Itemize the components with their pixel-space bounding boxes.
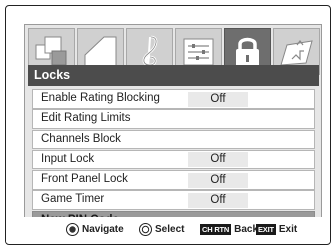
ch-rtn-key-icon: CH RTN xyxy=(200,223,232,235)
select-button-icon xyxy=(139,223,152,236)
exit-key-icon: EXIT xyxy=(256,223,276,235)
menu-header: Locks xyxy=(28,65,319,86)
menu-item-front-panel-lock[interactable]: Front Panel Lock Off xyxy=(32,170,315,190)
menu-item-input-lock[interactable]: Input Lock Off xyxy=(32,149,315,170)
menu-item-value: Off xyxy=(188,91,248,107)
button-guide-bar: Navigate Select CH RTN Back EXIT Exit xyxy=(6,217,330,243)
menu-item-channels-block[interactable]: Channels Block xyxy=(32,129,315,150)
menu-item-edit-rating-limits[interactable]: Edit Rating Limits xyxy=(32,109,315,129)
guide-navigate: Navigate xyxy=(66,223,124,237)
guide-exit: EXIT Exit xyxy=(256,223,297,237)
menu-item-value: Off xyxy=(188,152,248,168)
locks-menu: Locks Enable Rating Blocking Off Edit Ra… xyxy=(24,24,322,231)
guide-back-label: Back xyxy=(234,224,259,235)
locks-menu-list: Enable Rating Blocking Off Edit Rating L… xyxy=(32,89,315,231)
guide-back: CH RTN Back xyxy=(200,223,258,237)
tv-screen-frame: Locks Enable Rating Blocking Off Edit Ra… xyxy=(5,5,331,245)
menu-item-value: Off xyxy=(188,172,248,188)
menu-item-enable-rating-blocking[interactable]: Enable Rating Blocking Off xyxy=(32,89,315,109)
menu-item-label: Enable Rating Blocking xyxy=(41,92,160,104)
guide-select-label: Select xyxy=(155,224,185,236)
menu-item-label: Input Lock xyxy=(41,152,95,165)
menu-item-label: Edit Rating Limits xyxy=(41,112,131,125)
menu-item-label: Channels Block xyxy=(41,132,121,145)
menu-item-label: Front Panel Lock xyxy=(41,173,128,186)
navigate-pad-icon xyxy=(66,223,79,236)
menu-item-game-timer[interactable]: Game Timer Off xyxy=(32,190,315,210)
guide-exit-label: Exit xyxy=(278,224,298,235)
guide-navigate-label: Navigate xyxy=(82,224,124,236)
menu-item-label: Game Timer xyxy=(41,193,105,206)
guide-select: Select xyxy=(139,223,184,237)
menu-item-value: Off xyxy=(188,192,248,208)
